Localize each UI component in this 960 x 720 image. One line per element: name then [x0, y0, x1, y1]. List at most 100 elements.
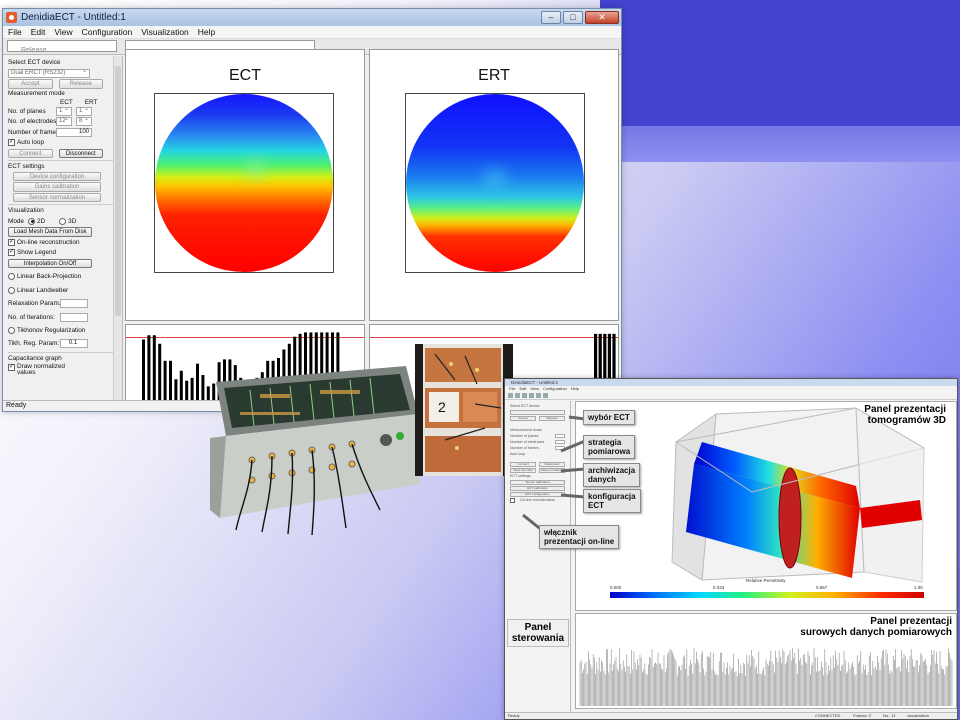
ert-view-title: ERT [478, 67, 510, 84]
probe-illustration: 2 [415, 344, 513, 476]
iterations-input[interactable] [60, 312, 88, 322]
planes-ert-select[interactable]: 1 [76, 106, 92, 116]
ert-tomogram-frame [405, 93, 585, 273]
gains-calibration-button[interactable]: Gains calibration [13, 182, 101, 192]
measurement-mode-label: Measurement mode [8, 90, 65, 97]
ect-measurement-bar [169, 360, 172, 402]
tikh-param-input[interactable]: 0.1 [60, 338, 88, 348]
minimize-button[interactable]: – [541, 11, 561, 24]
landweber-label: Linear Landweber [17, 286, 69, 294]
relaxation-input[interactable] [60, 299, 88, 309]
menu-view[interactable]: View [54, 27, 72, 37]
menu-configuration[interactable]: Configuration [82, 27, 133, 37]
tikhonov-label: Tikhonov Regularization [17, 327, 86, 335]
auto-loop-label: Auto loop [17, 139, 45, 147]
release-button[interactable]: Release [58, 79, 103, 89]
online-recon-checkbox[interactable]: ✓ [8, 238, 15, 246]
device-select[interactable]: Dual ERCT (RS232) [8, 68, 90, 78]
ect-measurement-bar [147, 335, 151, 402]
electrodes-ert-select[interactable]: 8 [76, 116, 92, 127]
show-legend-label: Show Legend [17, 249, 57, 257]
hardware-illustration [210, 366, 420, 536]
callout-online-switch: włącznik prezentacji on-line [539, 525, 620, 549]
ect-measurement-bar [158, 343, 162, 402]
connect-button[interactable]: Connect [8, 148, 53, 158]
show-legend-checkbox[interactable]: ✓ [8, 249, 15, 257]
ect-tomogram-frame [154, 93, 334, 273]
auto-loop-checkbox[interactable]: ✓ [8, 139, 15, 147]
cap-graph-label: Capacitance graph [8, 354, 62, 362]
electrode-probe-photo: 2 [415, 344, 513, 476]
lbp-label: Linear Back-Projection [17, 273, 82, 281]
mode-2d-label: 2D [37, 217, 46, 225]
callout-arrows [522, 415, 586, 533]
hardware-photo [210, 360, 420, 538]
mode-label: Mode [8, 217, 24, 225]
annotated-screenshot: DenidiaECT - Untitled:1 File Edit View C… [504, 378, 958, 720]
device-config-button[interactable]: Device configuration [13, 171, 101, 181]
frames-input[interactable]: 100 [56, 127, 92, 137]
mode-3d-radio[interactable] [59, 217, 67, 225]
scrollbar-thumb[interactable] [115, 66, 121, 316]
menu-file[interactable]: File [8, 27, 22, 37]
lbp-radio[interactable] [8, 273, 15, 281]
mode-3d-label: 3D [68, 217, 77, 225]
landweber-radio[interactable] [8, 286, 15, 294]
electrodes-ect-select[interactable]: 12 [56, 116, 72, 127]
visualization-label: Visualization [8, 207, 44, 214]
planes-ect-select[interactable]: 1 [56, 106, 72, 116]
interpolation-button[interactable]: Interpolation On/Off [8, 258, 92, 268]
callout-strategy: strategia pomiarowa [583, 435, 636, 459]
ect-tomogram [155, 94, 333, 272]
title-bar[interactable]: DenidiaECT - Untitled:1 – □ ✕ [3, 9, 621, 26]
control-panel-scrollbar[interactable] [113, 56, 122, 401]
iterations-label: No. of Iterations: [8, 313, 55, 321]
ert-tomogram-spot [486, 172, 504, 184]
ect-measurement-bar [196, 363, 199, 402]
menu-visualization[interactable]: Visualization [141, 27, 189, 37]
decorative-blue-band [620, 126, 960, 162]
select-device-label: Select ECT device [8, 59, 61, 66]
ect-view-panel: ECT [125, 49, 365, 321]
electrodes-label: No. of electrodes [8, 118, 57, 126]
planes-label: No. of planes [8, 107, 46, 115]
menu-bar: File Edit View Configuration Visualizati… [3, 26, 621, 39]
sensor-normalization-button[interactable]: Sensor normalization [13, 192, 101, 202]
mode-2d-radio[interactable] [28, 217, 35, 225]
ect-measurement-bar [163, 360, 167, 402]
menu-edit[interactable]: Edit [31, 27, 46, 37]
frames-label: Number of frames [8, 128, 60, 136]
maximize-button[interactable]: □ [563, 11, 583, 24]
main-window: DenidiaECT - Untitled:1 – □ ✕ File Edit … [2, 8, 622, 412]
app-icon [6, 12, 17, 23]
decorative-blue-block [600, 0, 960, 126]
draw-normalized-checkbox[interactable]: ✓ [8, 363, 15, 371]
tikh-param-label: Tikh. Reg. Param: [8, 339, 60, 347]
ert-view-panel: ERT [369, 49, 619, 321]
ect-settings-label: ECT settings [8, 162, 45, 170]
ect-tomogram-spot [247, 162, 263, 176]
ert-tomogram [406, 94, 584, 272]
relaxation-label: Relaxation Param.: [8, 300, 63, 308]
close-button[interactable]: ✕ [585, 11, 619, 24]
accept-button[interactable]: Accept [8, 79, 53, 89]
draw-normalized-label: Draw normalized values [17, 362, 65, 376]
online-recon-label: On-line reconstruction [17, 238, 80, 246]
tikhonov-radio[interactable] [8, 327, 15, 335]
ect-measurement-bar [185, 380, 189, 402]
ect-measurement-bar [142, 339, 145, 402]
ect-measurement-bar [152, 335, 156, 402]
callout-archive: archiwizacja danych [583, 463, 641, 487]
window-title: DenidiaECT - Untitled:1 [21, 12, 126, 23]
ghost-release-label: Release [21, 47, 47, 54]
callout-ect-choice: wybór ECT [583, 410, 635, 425]
ect-measurement-bar [201, 375, 205, 402]
control-panel: Select ECT device Dual ERCT (RS232) Acce… [3, 56, 123, 401]
load-mesh-button[interactable]: Load Mesh Data From Disk [8, 227, 92, 237]
ect-measurement-bar [190, 377, 194, 402]
ect-measurement-bar [179, 370, 183, 402]
ect-measurement-bar [174, 379, 178, 402]
menu-help[interactable]: Help [198, 27, 215, 37]
callout-config: konfiguracja ECT [583, 489, 641, 513]
disconnect-button[interactable]: Disconnect [58, 148, 103, 158]
